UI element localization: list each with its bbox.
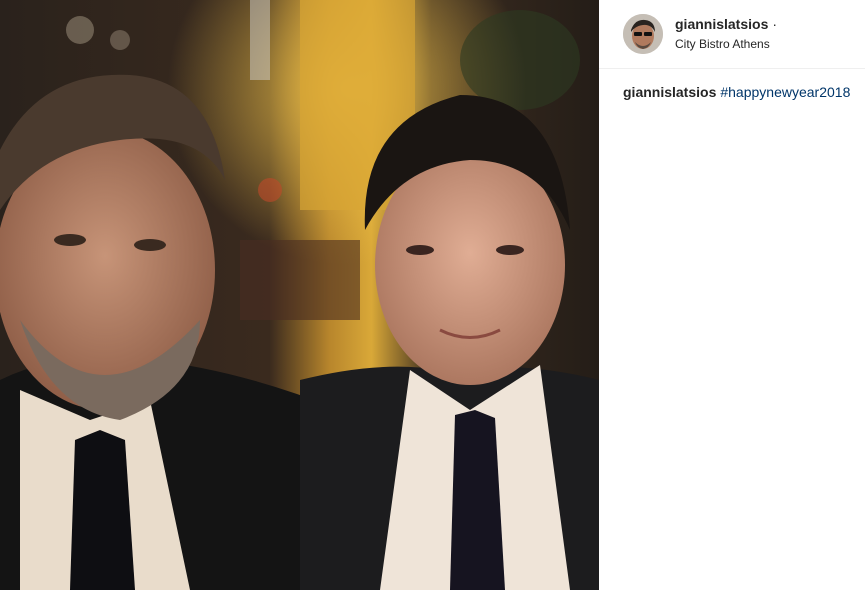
avatar-image [623,14,663,54]
username-link[interactable]: giannislatsios [675,16,768,32]
post-header: giannislatsios · City Bistro Athens [599,0,865,69]
caption-username-link[interactable]: giannislatsios [623,84,716,100]
profile-avatar[interactable] [623,14,663,54]
post-sidebar: giannislatsios · City Bistro Athens giann… [599,0,865,590]
instagram-post: giannislatsios · City Bistro Athens giann… [0,0,865,590]
photo-image [0,0,599,590]
separator-dot: · [772,16,778,33]
post-photo[interactable] [0,0,599,590]
hashtag-link[interactable]: #happynewyear2018 [720,84,850,100]
location-link[interactable]: City Bistro Athens [675,37,777,52]
post-caption: giannislatsios #happynewyear2018 [599,69,865,101]
